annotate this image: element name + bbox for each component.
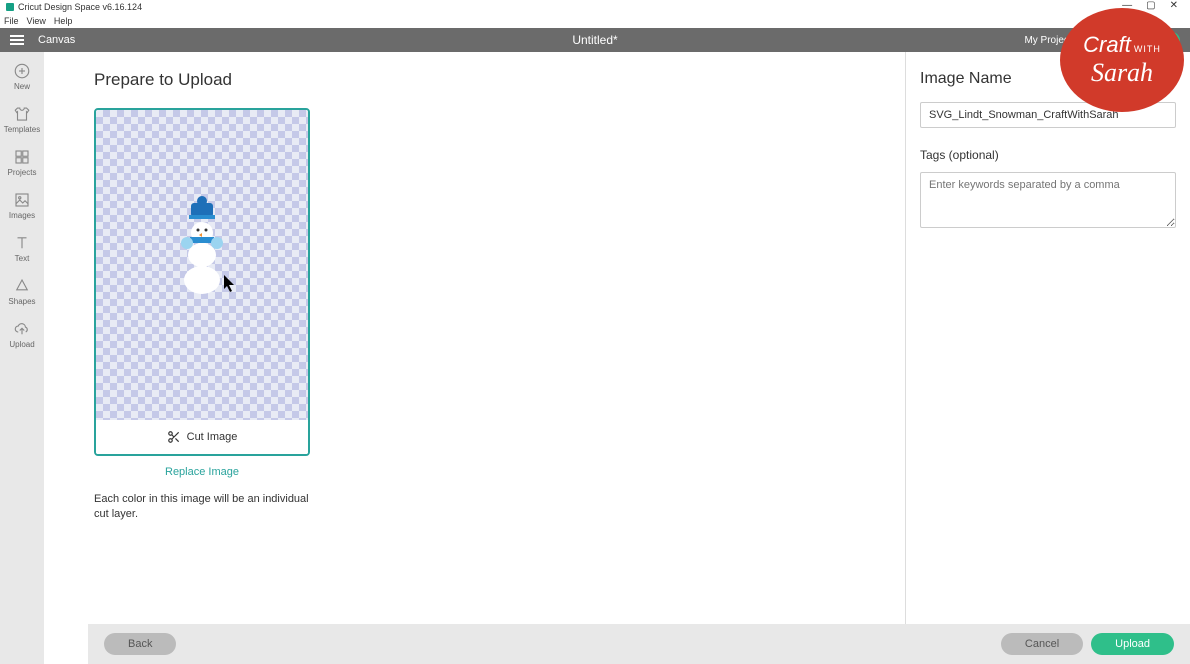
upload-button[interactable]: Upload <box>1091 633 1174 655</box>
menu-help[interactable]: Help <box>54 16 73 26</box>
watermark-line2: WITH <box>1134 44 1161 54</box>
image-icon <box>13 191 31 209</box>
rail-label: Upload <box>9 340 34 349</box>
canvas-label[interactable]: Canvas <box>38 34 75 46</box>
rail-label: Templates <box>4 125 40 134</box>
menu-file[interactable]: File <box>4 16 19 26</box>
properties-panel: Image Name Tags (optional) <box>905 52 1190 664</box>
hamburger-icon[interactable] <box>10 35 24 45</box>
watermark-line1: Craft <box>1083 32 1131 58</box>
replace-image-link[interactable]: Replace Image <box>94 466 310 478</box>
upload-icon <box>13 320 31 338</box>
rail-shapes[interactable]: Shapes <box>8 277 35 306</box>
app-name: Cricut Design Space v6.16.124 <box>18 2 142 12</box>
rail-label: Shapes <box>8 297 35 306</box>
app-header: Canvas Untitled* My Projects Save | <box>0 28 1190 52</box>
grid-icon <box>13 148 31 166</box>
preview-image <box>96 110 308 420</box>
document-title: Untitled* <box>572 33 617 47</box>
rail-projects[interactable]: Projects <box>8 148 37 177</box>
rail-label: Images <box>9 211 35 220</box>
bottom-bar: Back Cancel Upload <box>88 624 1190 664</box>
watermark-badge: Craft WITH Sarah <box>1060 8 1190 118</box>
rail-label: Text <box>15 254 30 263</box>
rail-new[interactable]: New <box>13 62 31 91</box>
rail-upload[interactable]: Upload <box>9 320 34 349</box>
plus-circle-icon <box>13 62 31 80</box>
watermark-line3: Sarah <box>1091 58 1153 88</box>
snowman-graphic <box>177 195 227 295</box>
scissors-icon <box>167 430 181 444</box>
tags-label: Tags (optional) <box>920 148 1176 162</box>
rail-images[interactable]: Images <box>9 191 35 220</box>
app-icon <box>6 3 14 11</box>
rail-label: Projects <box>8 168 37 177</box>
back-button[interactable]: Back <box>104 633 176 655</box>
titlebar: Cricut Design Space v6.16.124 — ▢ ✕ <box>0 0 1190 14</box>
menu-view[interactable]: View <box>27 16 46 26</box>
upload-panel: Prepare to Upload <box>44 52 905 664</box>
shapes-icon <box>13 277 31 295</box>
preview-card[interactable]: Cut Image <box>94 108 310 456</box>
menubar: File View Help <box>0 14 1190 28</box>
rail-text[interactable]: Text <box>13 234 31 263</box>
left-rail: New Templates Projects Images Text Shape… <box>0 52 44 664</box>
text-icon <box>13 234 31 252</box>
cut-image-button[interactable]: Cut Image <box>96 420 308 454</box>
cancel-button[interactable]: Cancel <box>1001 633 1083 655</box>
tshirt-icon <box>13 105 31 123</box>
cut-image-label: Cut Image <box>187 431 238 443</box>
rail-label: New <box>14 82 30 91</box>
cursor-icon <box>224 275 238 293</box>
content-area: Prepare to Upload <box>44 52 1190 664</box>
help-text: Each color in this image will be an indi… <box>94 492 310 523</box>
rail-templates[interactable]: Templates <box>4 105 40 134</box>
page-title: Prepare to Upload <box>94 70 855 90</box>
tags-input[interactable] <box>920 172 1176 228</box>
